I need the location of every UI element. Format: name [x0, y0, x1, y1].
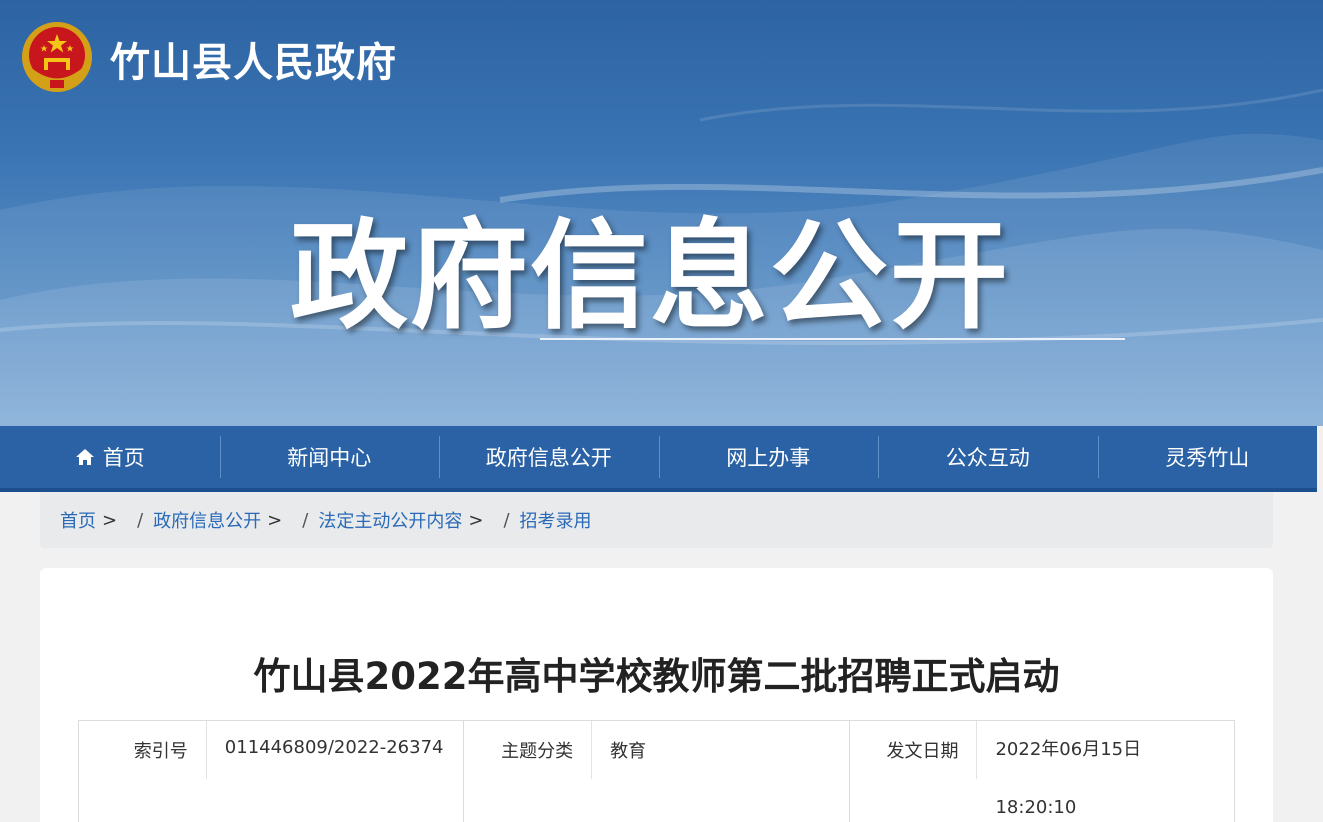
breadcrumb-slash: /	[302, 509, 309, 531]
meta-topic-label: 主题分类	[464, 721, 593, 779]
breadcrumb: 首页 > / 政府信息公开 > / 法定主动公开内容 > / 招考录用	[40, 492, 1273, 548]
breadcrumb-home[interactable]: 首页	[60, 507, 96, 533]
breadcrumb-slash: /	[503, 509, 510, 531]
nav-item-online-services[interactable]: 网上办事	[658, 426, 879, 488]
breadcrumb-separator: >	[468, 509, 484, 531]
nav-item-home[interactable]: 首页	[0, 426, 220, 488]
nav-item-label: 政府信息公开	[485, 446, 612, 470]
breadcrumb-separator: >	[267, 509, 283, 531]
article-title: 竹山县2022年高中学校教师第二批招聘正式启动	[253, 655, 1060, 698]
meta-time-value: 18:20:10	[995, 797, 1077, 818]
home-icon	[75, 449, 94, 465]
main-nav: 首页 新闻中心 政府信息公开 网上办事 公众互动 灵秀竹山	[0, 426, 1317, 492]
nav-item-label: 网上办事	[726, 446, 811, 470]
nav-item-label: 灵秀竹山	[1165, 446, 1250, 470]
hero-title: 政府信息公开	[290, 207, 1011, 345]
nav-item-label: 公众互动	[945, 446, 1030, 470]
breadcrumb-recruitment[interactable]: 招考录用	[520, 507, 592, 533]
header-banner: 竹山县人民政府 政府信息公开	[0, 0, 1323, 426]
nav-item-news[interactable]: 新闻中心	[219, 426, 440, 488]
national-emblem	[20, 20, 94, 94]
meta-date-value: 2022年06月15日	[995, 739, 1142, 760]
site-name: 竹山县人民政府	[110, 40, 397, 86]
breadcrumb-info-disclosure[interactable]: 政府信息公开	[153, 507, 261, 533]
meta-date-cell: 2022年06月15日 18:20:10	[977, 721, 1234, 822]
nav-item-public-interaction[interactable]: 公众互动	[878, 426, 1098, 488]
article-panel: 竹山县2022年高中学校教师第二批招聘正式启动 索引号 011446809/20…	[40, 568, 1273, 822]
nav-item-label: 新闻中心	[287, 446, 372, 470]
meta-index-value: 011446809/2022-26374	[207, 721, 465, 822]
meta-index-label: 索引号	[79, 721, 207, 779]
nav-item-info-disclosure[interactable]: 政府信息公开	[439, 426, 659, 488]
breadcrumb-separator: >	[102, 509, 118, 531]
article-meta-table: 索引号 011446809/2022-26374 主题分类 教育 发文日期 20…	[78, 720, 1235, 822]
nav-item-label: 首页	[102, 446, 145, 470]
meta-topic-value: 教育	[592, 721, 850, 822]
nav-item-lingxiu-zhushan[interactable]: 灵秀竹山	[1097, 426, 1318, 488]
breadcrumb-statutory-content[interactable]: 法定主动公开内容	[318, 507, 462, 533]
breadcrumb-slash: /	[137, 509, 144, 531]
hero-divider	[540, 338, 1125, 340]
meta-date-label: 发文日期	[850, 721, 978, 779]
